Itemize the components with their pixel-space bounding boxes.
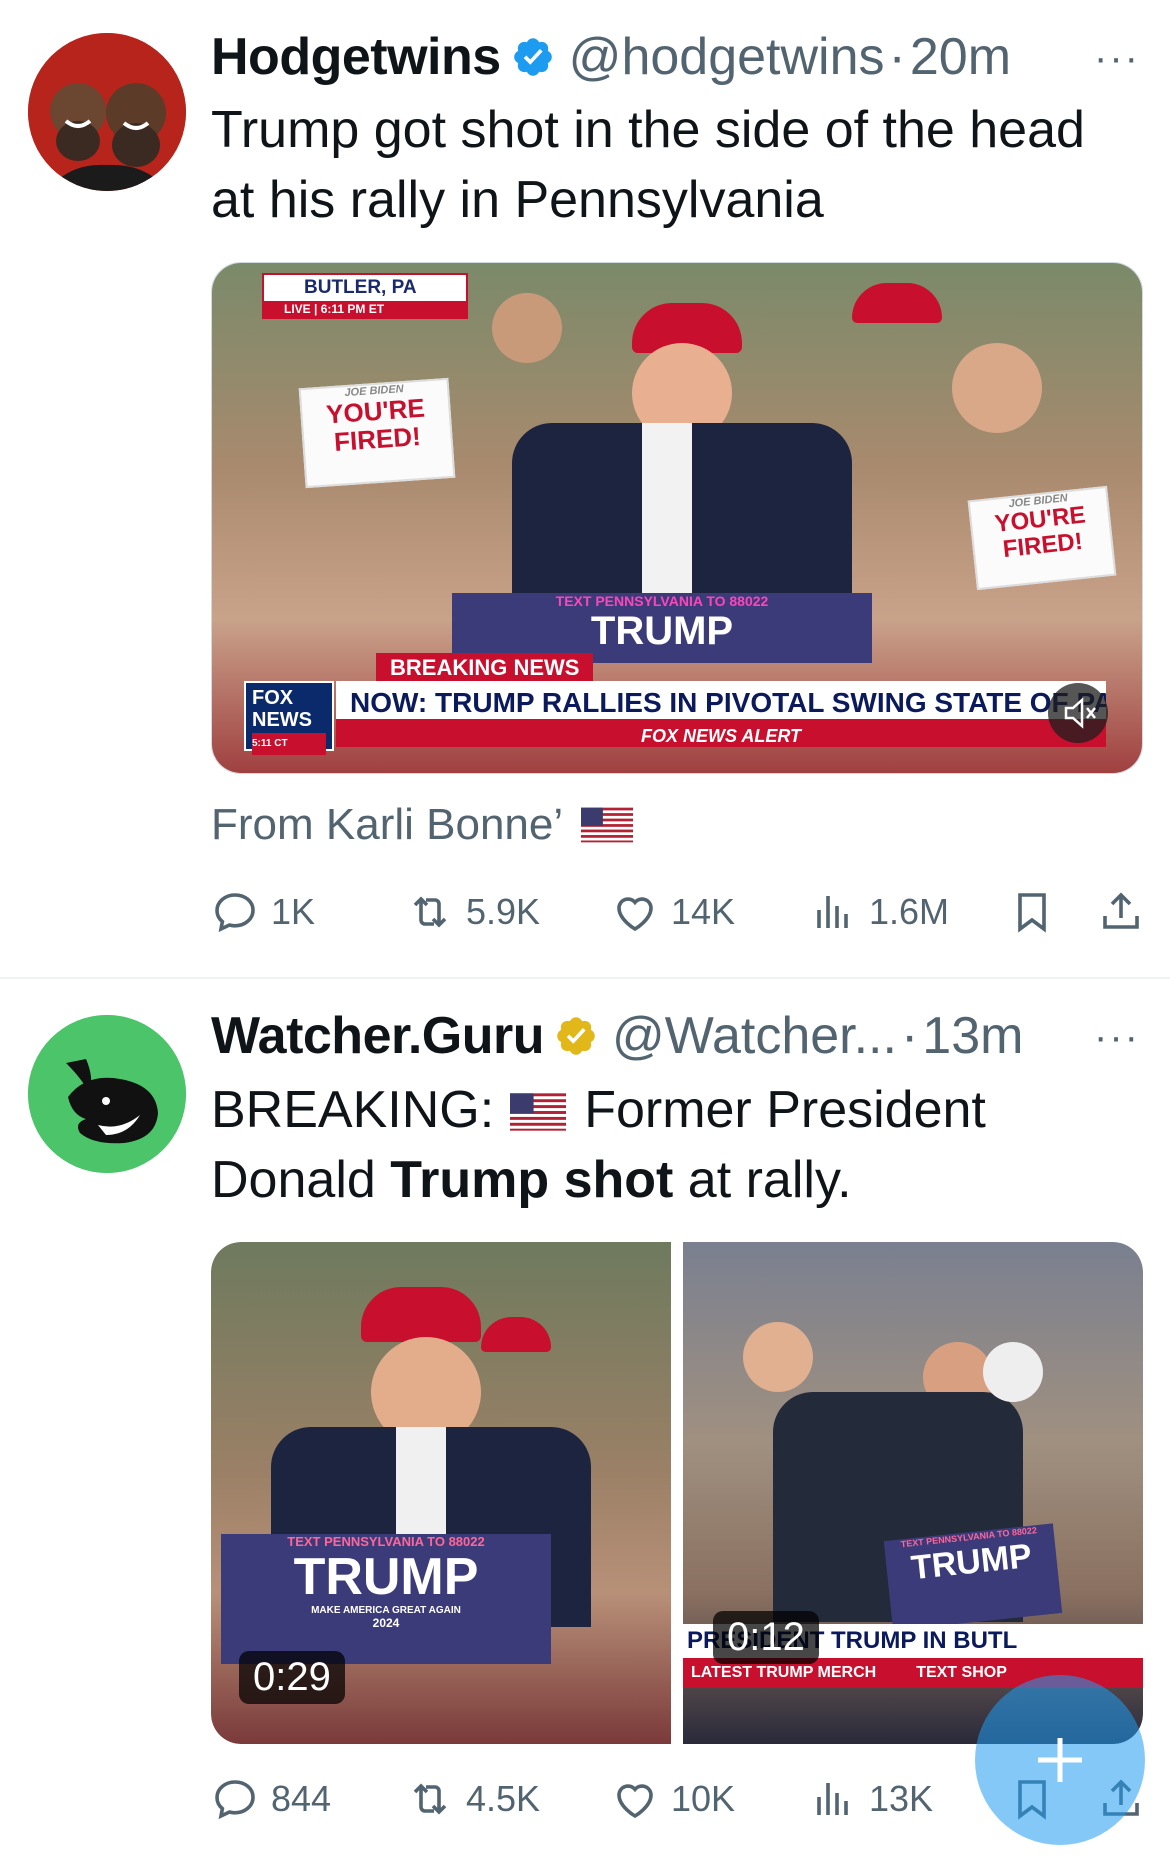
reply-icon (215, 893, 255, 933)
views-icon (817, 896, 848, 928)
text-end: at rally. (673, 1151, 852, 1209)
views-button[interactable]: 13K (809, 1775, 933, 1823)
text-after-flag: Former President (584, 1081, 986, 1139)
tweet-header: Watcher.Guru @Watcher... · 13m ··· (211, 1001, 1150, 1071)
text-bold: Trump shot (390, 1151, 674, 1209)
us-flag-icon (510, 1093, 567, 1131)
view-count: 1.6M (869, 891, 950, 932)
like-count: 10K (671, 1778, 736, 1819)
tweet-media-grid: TEXT PENNSYLVANIA TO 88022 TRUMP MAKE AM… (211, 1242, 1143, 1744)
podium-sign: TEXT PENNSYLVANIA TO 88022 TRUMP MAKE AM… (221, 1534, 551, 1664)
author-name[interactable]: Hodgetwins (211, 27, 501, 87)
tweet-text: BREAKING: Former President Donald Trump … (211, 1075, 1140, 1215)
view-count: 13K (869, 1778, 934, 1819)
news-alert: FOX NEWS ALERT (336, 725, 1106, 747)
bookmark-icon (1018, 893, 1046, 933)
attribution[interactable]: From Karli Bonne’ (211, 800, 651, 850)
compose-button[interactable] (975, 1675, 1145, 1845)
us-flag-icon (581, 807, 634, 843)
views-button[interactable]: 1.6M (809, 888, 949, 936)
podium-sign: TEXT PENNSYLVANIA TO 88022 TRUMP (883, 1523, 1063, 1631)
attribution-text: From Karli Bonne’ (211, 800, 564, 849)
verified-badge-icon (513, 38, 552, 76)
avatar[interactable] (28, 33, 186, 191)
bookmark-button[interactable] (1008, 888, 1068, 936)
compose-icon (1030, 1730, 1090, 1790)
separator: · (900, 1007, 919, 1065)
repost-count: 4.5K (466, 1778, 541, 1819)
share-button[interactable] (1097, 888, 1157, 936)
mute-button[interactable] (1048, 683, 1108, 743)
tweet-hodgetwins[interactable]: Hodgetwins @hodgetwins · 20m ··· Trump g… (0, 0, 1170, 978)
author-handle[interactable]: @Watcher... (612, 1006, 897, 1066)
fox-news-logo: FOX NEWS 5:11 CT (244, 681, 334, 755)
tweet-video-left[interactable]: TEXT PENNSYLVANIA TO 88022 TRUMP MAKE AM… (211, 1242, 671, 1744)
separator: · (888, 28, 906, 86)
chyron-location: BUTLER, PA LIVE | 6:11 PM ET (262, 273, 468, 319)
text-prefix: BREAKING: (211, 1081, 495, 1139)
sign-right: JOE BIDEN YOU'RE FIRED! (967, 485, 1117, 591)
mute-icon (1064, 697, 1096, 729)
views-icon (817, 1783, 848, 1815)
like-count: 14K (671, 891, 736, 932)
tweet-text: Trump got shot in the side of the head a… (211, 101, 1085, 229)
tweet-video[interactable]: JOE BIDEN YOU'RE FIRED! JOE BIDEN YOU'RE… (211, 262, 1143, 774)
more-icon[interactable]: ··· (1094, 36, 1140, 81)
verified-badge-icon (557, 1017, 595, 1055)
timestamp[interactable]: 13m (922, 1006, 1023, 1066)
like-icon (617, 1784, 653, 1819)
repost-button[interactable]: 4.5K (406, 1775, 540, 1823)
repost-button[interactable]: 5.9K (406, 888, 540, 936)
repost-icon (413, 896, 447, 928)
tweet-video-right[interactable]: TEXT PENNSYLVANIA TO 88022 TRUMP PRESIDE… (683, 1242, 1143, 1744)
action-bar: 1K 5.9K 14K 1.6M (211, 882, 1146, 942)
more-icon[interactable]: ··· (1094, 1015, 1140, 1060)
like-icon (617, 897, 653, 932)
reply-button[interactable]: 844 (211, 1775, 331, 1823)
reply-button[interactable]: 1K (211, 888, 315, 936)
reply-count: 1K (271, 891, 316, 932)
reply-count: 844 (271, 1778, 332, 1819)
author-name[interactable]: Watcher.Guru (211, 1006, 545, 1066)
like-button[interactable]: 10K (611, 1775, 735, 1823)
reply-icon (215, 1780, 255, 1820)
news-headline: NOW: TRUMP RALLIES IN PIVOTAL SWING STAT… (336, 681, 1106, 725)
repost-count: 5.9K (466, 891, 541, 932)
news-lower-third: BREAKING NEWS FOX NEWS 5:11 CT NOW: TRUM… (244, 653, 1106, 755)
tweet-header: Hodgetwins @hodgetwins · 20m ··· (211, 22, 1150, 92)
like-button[interactable]: 14K (611, 888, 735, 936)
share-icon (1103, 892, 1139, 929)
repost-icon (413, 1783, 447, 1815)
video-duration: 0:12 (713, 1611, 819, 1664)
author-handle[interactable]: @hodgetwins (569, 27, 885, 87)
text-line2: Donald (211, 1151, 391, 1209)
video-duration: 0:29 (239, 1651, 345, 1704)
timestamp[interactable]: 20m (910, 27, 1011, 87)
avatar[interactable] (28, 1015, 186, 1173)
sign-left: JOE BIDEN YOU'RE FIRED! (298, 377, 456, 489)
breaking-label: BREAKING NEWS (376, 653, 594, 681)
